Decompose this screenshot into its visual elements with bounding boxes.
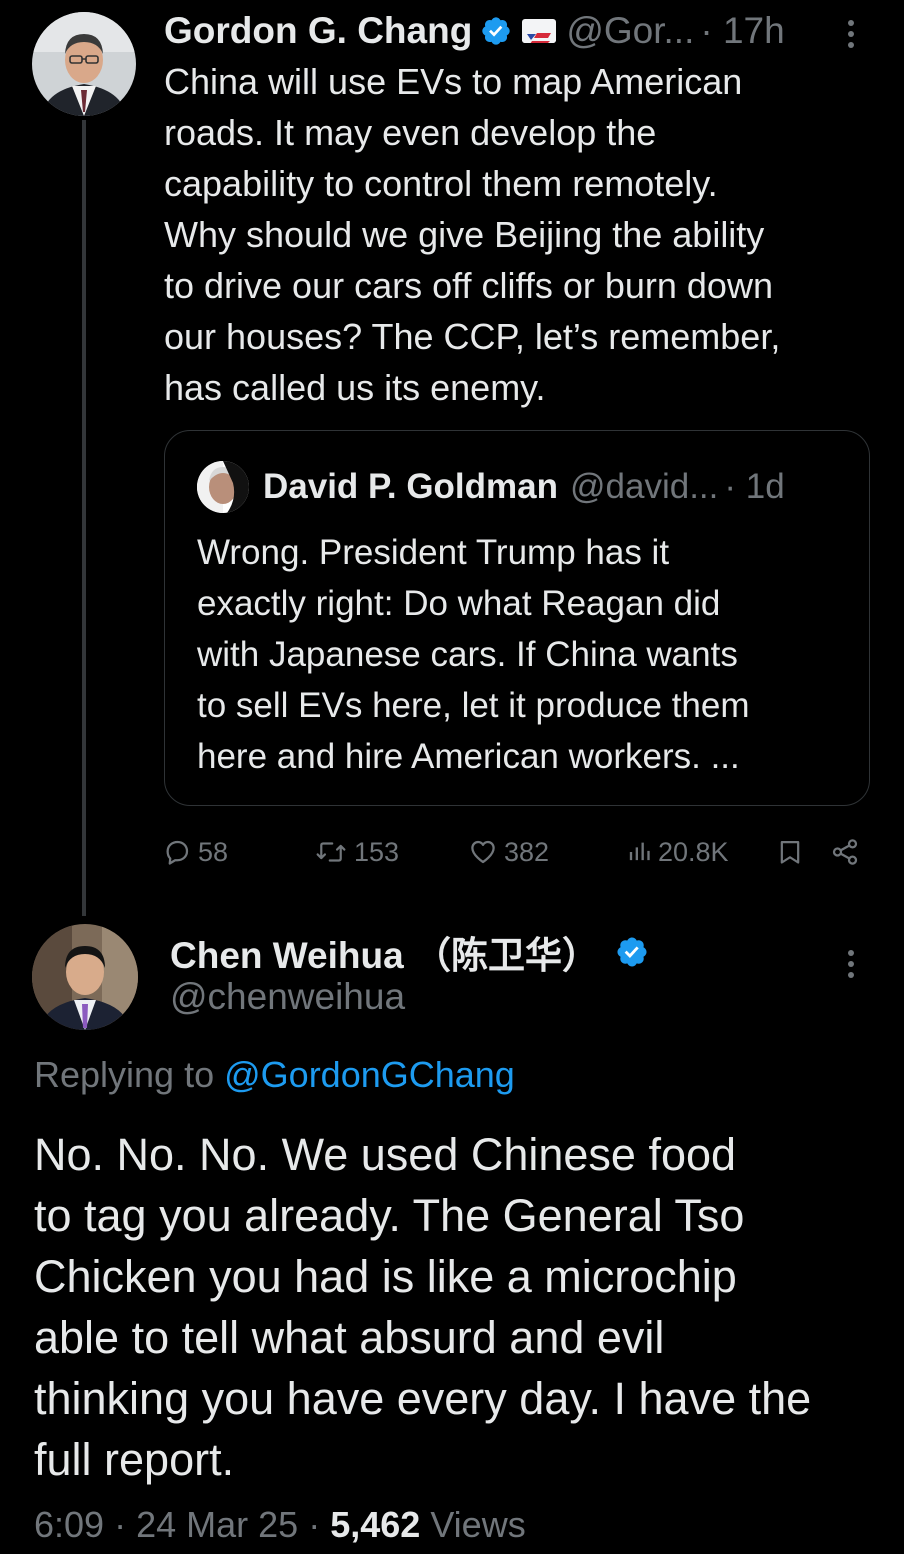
- like-count: 382: [504, 836, 550, 867]
- repost-action[interactable]: 153: [314, 834, 399, 870]
- views-total: 5,462: [330, 1504, 421, 1545]
- quoted-author-name: David P. Goldman: [263, 467, 558, 506]
- david-goldman-avatar: [197, 461, 249, 513]
- quoted-tweet-card[interactable]: David P. Goldman @david... · 1d Wrong. P…: [164, 430, 870, 806]
- like-action[interactable]: 382: [468, 834, 549, 870]
- parent-tweet-text: China will use EVs to map American roads…: [164, 61, 781, 408]
- replying-to-mention[interactable]: @GordonGChang: [224, 1054, 515, 1095]
- chen-weihua-avatar[interactable]: [32, 924, 138, 1030]
- quoted-tweet-text: Wrong. President Trump has it exactly ri…: [197, 533, 750, 776]
- views-label: Views: [430, 1504, 526, 1545]
- bookmark-action[interactable]: [776, 834, 804, 870]
- replying-to-line: Replying to @GordonGChang: [34, 1054, 515, 1096]
- replying-to-label: Replying to: [34, 1054, 215, 1095]
- views-chart-icon: [629, 842, 650, 861]
- reply-count: 58: [198, 836, 229, 867]
- parent-tweet-header: Gordon G. Chang @Gor... · 17h: [164, 8, 785, 54]
- reply-more-options-icon[interactable]: [848, 950, 854, 978]
- reply-author-handle[interactable]: @chenweihua: [170, 976, 405, 1018]
- share-action[interactable]: [830, 834, 860, 870]
- parent-tweet-time[interactable]: · 17h: [700, 10, 784, 52]
- reply-action[interactable]: 58: [162, 834, 228, 870]
- repost-icon: [316, 842, 346, 862]
- bookmark-icon: [780, 840, 800, 864]
- quoted-tweet-time: · 1d: [724, 467, 785, 506]
- verified-badge-icon[interactable]: [615, 935, 649, 969]
- reply-icon: [166, 840, 189, 865]
- reply-tweet-time[interactable]: 6:09: [34, 1504, 104, 1545]
- share-icon: [832, 839, 858, 865]
- reply-author-name-row: Chen Weihua （陈卫华）: [170, 928, 649, 976]
- parent-author-handle[interactable]: @Gor...: [566, 10, 694, 52]
- verified-badge-icon[interactable]: [480, 15, 512, 47]
- views-count: 20.8K: [658, 836, 729, 867]
- repost-count: 153: [354, 836, 400, 867]
- views-action[interactable]: 20.8K: [624, 834, 729, 870]
- reply-tweet-meta: 6:09 · 24 Mar 25 · 5,462 Views: [34, 1504, 526, 1546]
- parent-author-name[interactable]: Gordon G. Chang: [164, 10, 472, 52]
- parent-more-options-icon[interactable]: [848, 20, 854, 48]
- reply-tweet-text: No. No. No. We used Chinese food to tag …: [34, 1129, 812, 1485]
- gordon-chang-avatar[interactable]: [32, 12, 136, 116]
- meta-separator: ·: [114, 1504, 137, 1545]
- quoted-author-handle: @david...: [570, 467, 719, 506]
- thread-connector-line: [82, 120, 86, 916]
- cpac-badge-icon[interactable]: [522, 19, 557, 43]
- meta-separator: ·: [308, 1504, 331, 1545]
- heart-icon: [471, 840, 495, 864]
- quoted-tweet-header: David P. Goldman @david... · 1d: [197, 461, 785, 513]
- reply-tweet-date[interactable]: 24 Mar 25: [136, 1504, 298, 1545]
- reply-author-name[interactable]: Chen Weihua （陈卫华）: [170, 925, 599, 979]
